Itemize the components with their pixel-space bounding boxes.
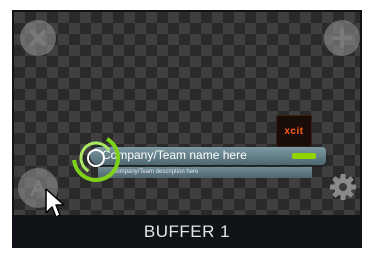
plus-icon	[332, 28, 352, 48]
mouse-pointer-icon	[45, 188, 65, 218]
swirl-icon	[72, 134, 120, 183]
lower-third-description: Company/Team description here	[112, 169, 199, 175]
lower-third-description-bar: Company/Team description here	[98, 167, 312, 178]
lower-third-name: Company/Team name here	[102, 148, 247, 162]
close-icon	[30, 30, 46, 46]
lower-third-graphic: Company/Team name here Company/Team desc…	[70, 132, 330, 184]
gear-icon[interactable]	[328, 172, 358, 202]
close-button[interactable]	[20, 20, 56, 56]
buffer-preview[interactable]: xcit Company/Team name here Company/Team…	[14, 12, 360, 215]
buffer-label: BUFFER 1	[143, 222, 231, 241]
lower-third-accent	[292, 153, 316, 159]
add-button[interactable]	[324, 20, 360, 56]
lower-third-name-bar: Company/Team name here	[90, 147, 326, 165]
buffer-label-bar: BUFFER 1	[12, 216, 362, 248]
